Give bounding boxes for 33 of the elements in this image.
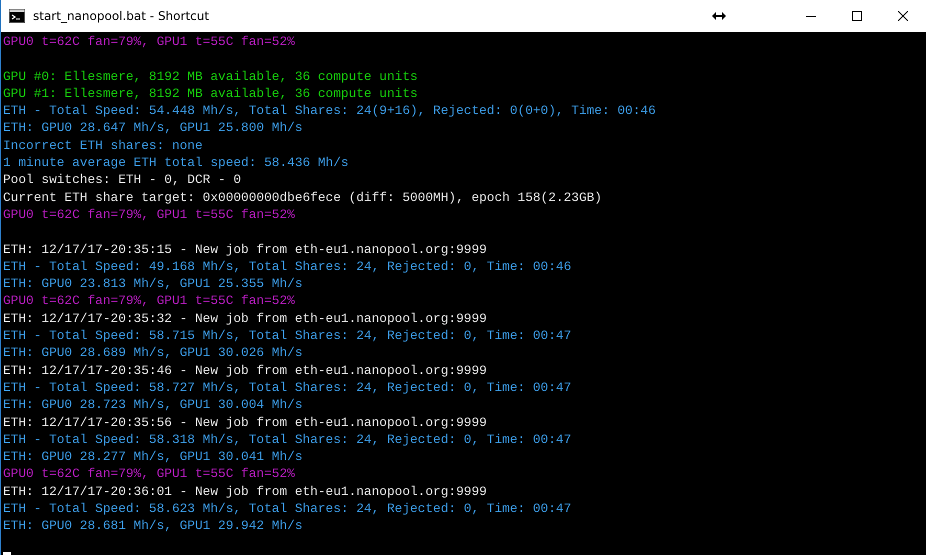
console-line: ETH: GPU0 23.813 Mh/s, GPU1 25.355 Mh/s: [3, 275, 304, 292]
console-line: GPU0 t=62C fan=79%, GPU1 t=55C fan=52%: [3, 33, 296, 50]
text-cursor-icon: [3, 552, 11, 555]
console-line: ETH: GPU0 28.647 Mh/s, GPU1 25.800 Mh/s: [3, 119, 304, 137]
console-icon: [9, 9, 25, 23]
console-line: Current ETH share target: 0x00000000dbe6fece (diff: 5000MH), epoch 158(2.23GB): [3, 188, 603, 206]
console-line: GPU0 t=62C fan=79%, GPU1 t=55C fan=52%: [3, 292, 296, 310]
console-line: ETH - Total Speed: 49.168 Mh/s, Total Shares: 24, Rejected: 0, Time: 00:46: [3, 258, 572, 276]
console-line: ETH: GPU0 28.689 Mh/s, GPU1 30.026 Mh/s: [3, 344, 304, 362]
maximize-icon: [852, 11, 862, 21]
console-line: GPU #1: Ellesmere, 8192 MB available, 36 compute units: [3, 84, 419, 102]
console-line: ETH - Total Speed: 58.727 Mh/s, Total Shares: 24, Rejected: 0, Time: 00:47: [3, 378, 572, 396]
console-line: 1 minute average ETH total speed: 58.436 Mh/s: [3, 154, 350, 172]
console-line: GPU #0: Ellesmere, 8192 MB available, 36 compute units: [3, 68, 419, 85]
console-line: ETH: 12/17/17-20:35:46 - New job from eth-eu1.nanopool.org:9999: [3, 362, 488, 379]
console-line: ETH: 12/17/17-20:35:56 - New job from eth-eu1.nanopool.org:9999: [3, 414, 488, 431]
console-line: ETH: GPU0 28.723 Mh/s, GPU1 30.004 Mh/s: [3, 396, 304, 414]
close-icon: [898, 11, 908, 21]
console-line: ETH: 12/17/17-20:35:15 - New job from eth-eu1.nanopool.org:9999: [3, 240, 488, 258]
console-line: GPU0 t=62C fan=79%, GPU1 t=55C fan=52%: [3, 206, 296, 224]
console-line: Incorrect ETH shares: none: [3, 136, 204, 154]
console-line: Pool switches: ETH - 0, DCR - 0: [3, 171, 242, 189]
console-line: ETH: GPU0 28.681 Mh/s, GPU1 29.942 Mh/s: [3, 517, 304, 535]
console-line: ETH - Total Speed: 54.448 Mh/s, Total Shares: 24(9+16), Rejected: 0(0+0), Time: 00:46: [3, 102, 657, 120]
console-line: ETH: 12/17/17-20:36:01 - New job from eth-eu1.nanopool.org:9999: [3, 482, 488, 500]
console-line: ETH - Total Speed: 58.623 Mh/s, Total Shares: 24, Rejected: 0, Time: 00:47: [3, 500, 572, 518]
console-line: ETH: GPU0 28.277 Mh/s, GPU1 30.041 Mh/s: [3, 448, 304, 466]
console-line: GPU0 t=62C fan=79%, GPU1 t=55C fan=52%: [3, 465, 296, 483]
console-line: ETH - Total Speed: 58.715 Mh/s, Total Shares: 24, Rejected: 0, Time: 00:47: [3, 327, 572, 344]
window-title: start_nanopool.bat - Shortcut: [33, 9, 210, 23]
console-line: ETH: 12/17/17-20:35:32 - New job from eth-eu1.nanopool.org:9999: [3, 310, 488, 328]
console-line: ETH - Total Speed: 58.318 Mh/s, Total Shares: 24, Rejected: 0, Time: 00:47: [3, 430, 572, 448]
resize-cursor-icon: [712, 12, 726, 20]
